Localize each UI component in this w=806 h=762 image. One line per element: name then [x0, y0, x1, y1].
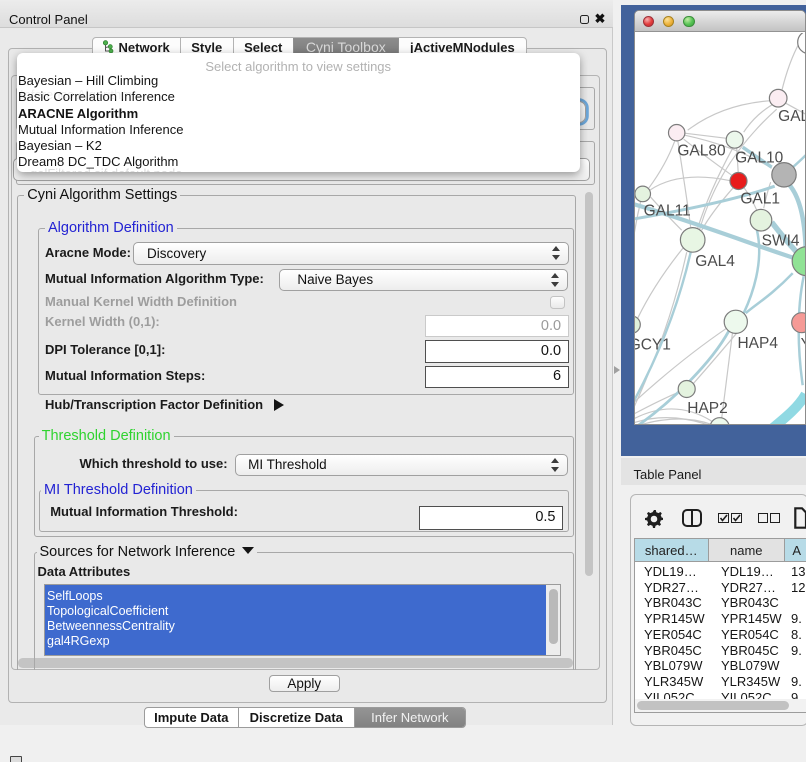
svg-text:GAL11: GAL11 — [644, 202, 691, 219]
svg-text:GAL4: GAL4 — [696, 253, 736, 270]
svg-text:GAL1: GAL1 — [741, 190, 781, 207]
svg-text:HAP2: HAP2 — [688, 400, 728, 417]
svg-text:HAP4: HAP4 — [738, 335, 779, 352]
svg-text:GAL: GAL — [778, 108, 804, 125]
svg-text:SWI4: SWI4 — [762, 232, 800, 249]
svg-text:GAL80: GAL80 — [678, 142, 726, 159]
svg-text:GCY1: GCY1 — [635, 336, 671, 353]
svg-text:GAL10: GAL10 — [735, 149, 783, 166]
svg-text:Y: Y — [801, 336, 805, 353]
